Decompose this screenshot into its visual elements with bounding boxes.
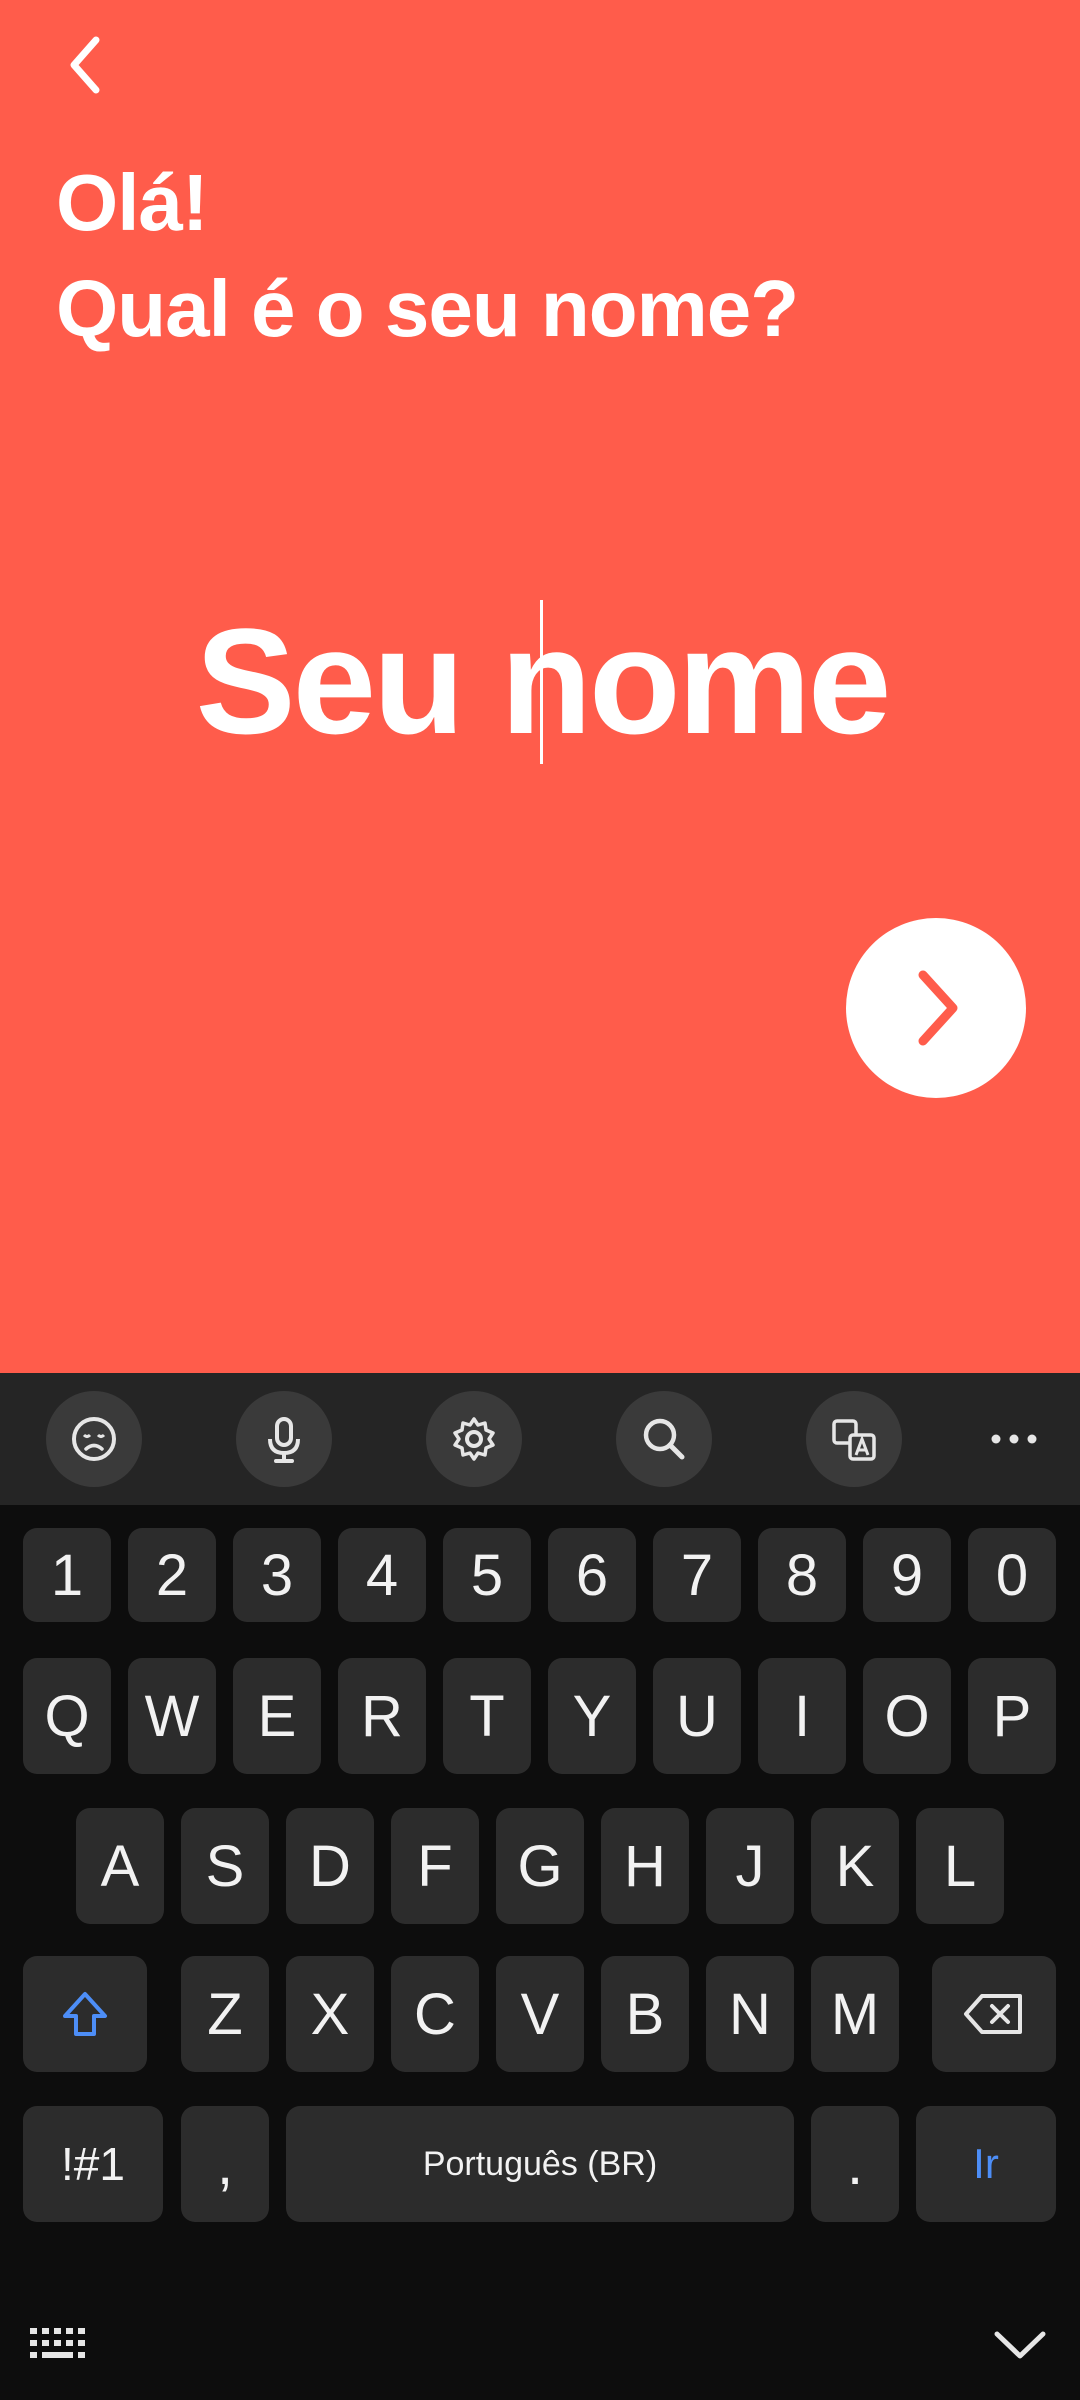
key-n[interactable]: N — [706, 1956, 794, 2072]
keyboard-icon — [30, 2328, 85, 2358]
keyboard-toolbar — [0, 1373, 1080, 1505]
space-key[interactable]: Português (BR) — [286, 2106, 794, 2222]
search-button[interactable] — [616, 1391, 712, 1487]
key-6[interactable]: 6 — [548, 1528, 636, 1622]
key-p[interactable]: P — [968, 1658, 1056, 1774]
key-o[interactable]: O — [863, 1658, 951, 1774]
key-j[interactable]: J — [706, 1808, 794, 1924]
chevron-left-icon — [70, 36, 100, 94]
emoji-button[interactable] — [46, 1391, 142, 1487]
chevron-right-icon — [918, 970, 958, 1046]
key-u[interactable]: U — [653, 1658, 741, 1774]
key-x[interactable]: X — [286, 1956, 374, 2072]
greeting-text: Olá! — [56, 158, 209, 247]
key-d[interactable]: D — [286, 1808, 374, 1924]
key-z[interactable]: Z — [181, 1956, 269, 2072]
text-cursor — [540, 600, 543, 764]
key-3[interactable]: 3 — [233, 1528, 321, 1622]
key-a[interactable]: A — [76, 1808, 164, 1924]
question-text: Qual é o seu nome? — [56, 264, 799, 353]
key-7[interactable]: 7 — [653, 1528, 741, 1622]
key-l[interactable]: L — [916, 1808, 1004, 1924]
shift-key[interactable] — [23, 1956, 147, 2072]
key-g[interactable]: G — [496, 1808, 584, 1924]
page-title: Olá! Qual é o seu nome? — [56, 150, 799, 362]
more-options-button[interactable] — [966, 1391, 1062, 1487]
key-b[interactable]: B — [601, 1956, 689, 2072]
keyboard: 1 2 3 4 5 6 7 8 9 0 Q W E R T Y U I O P … — [0, 1373, 1080, 2400]
microphone-icon — [268, 1417, 300, 1463]
key-5[interactable]: 5 — [443, 1528, 531, 1622]
keyboard-nav-bar — [0, 2290, 1080, 2400]
key-4[interactable]: 4 — [338, 1528, 426, 1622]
key-e[interactable]: E — [233, 1658, 321, 1774]
key-2[interactable]: 2 — [128, 1528, 216, 1622]
key-t[interactable]: T — [443, 1658, 531, 1774]
next-button[interactable] — [846, 918, 1026, 1098]
more-icon — [991, 1434, 1037, 1444]
key-8[interactable]: 8 — [758, 1528, 846, 1622]
back-button[interactable] — [40, 20, 130, 110]
comma-key[interactable]: , — [181, 2106, 269, 2222]
symbols-key[interactable]: !#1 — [23, 2106, 163, 2222]
chevron-down-icon — [994, 2331, 1046, 2359]
key-s[interactable]: S — [181, 1808, 269, 1924]
settings-icon — [453, 1417, 495, 1461]
hide-keyboard-button[interactable] — [985, 2320, 1055, 2370]
key-q[interactable]: Q — [23, 1658, 111, 1774]
key-i[interactable]: I — [758, 1658, 846, 1774]
key-c[interactable]: C — [391, 1956, 479, 2072]
emoji-icon — [72, 1417, 116, 1461]
shift-icon — [63, 1992, 107, 2036]
key-9[interactable]: 9 — [863, 1528, 951, 1622]
translate-button[interactable] — [806, 1391, 902, 1487]
backspace-icon — [964, 1994, 1022, 2034]
translate-icon — [832, 1419, 876, 1461]
key-w[interactable]: W — [128, 1658, 216, 1774]
key-v[interactable]: V — [496, 1956, 584, 2072]
app-screen: Olá! Qual é o seu nome? — [0, 0, 1080, 1373]
key-r[interactable]: R — [338, 1658, 426, 1774]
go-key[interactable]: Ir — [916, 2106, 1056, 2222]
keyboard-switch-button[interactable] — [26, 2320, 96, 2370]
key-y[interactable]: Y — [548, 1658, 636, 1774]
voice-input-button[interactable] — [236, 1391, 332, 1487]
backspace-key[interactable] — [932, 1956, 1056, 2072]
key-h[interactable]: H — [601, 1808, 689, 1924]
key-f[interactable]: F — [391, 1808, 479, 1924]
period-key[interactable]: . — [811, 2106, 899, 2222]
key-1[interactable]: 1 — [23, 1528, 111, 1622]
key-k[interactable]: K — [811, 1808, 899, 1924]
search-icon — [643, 1418, 685, 1460]
key-m[interactable]: M — [811, 1956, 899, 2072]
key-0[interactable]: 0 — [968, 1528, 1056, 1622]
keyboard-settings-button[interactable] — [426, 1391, 522, 1487]
